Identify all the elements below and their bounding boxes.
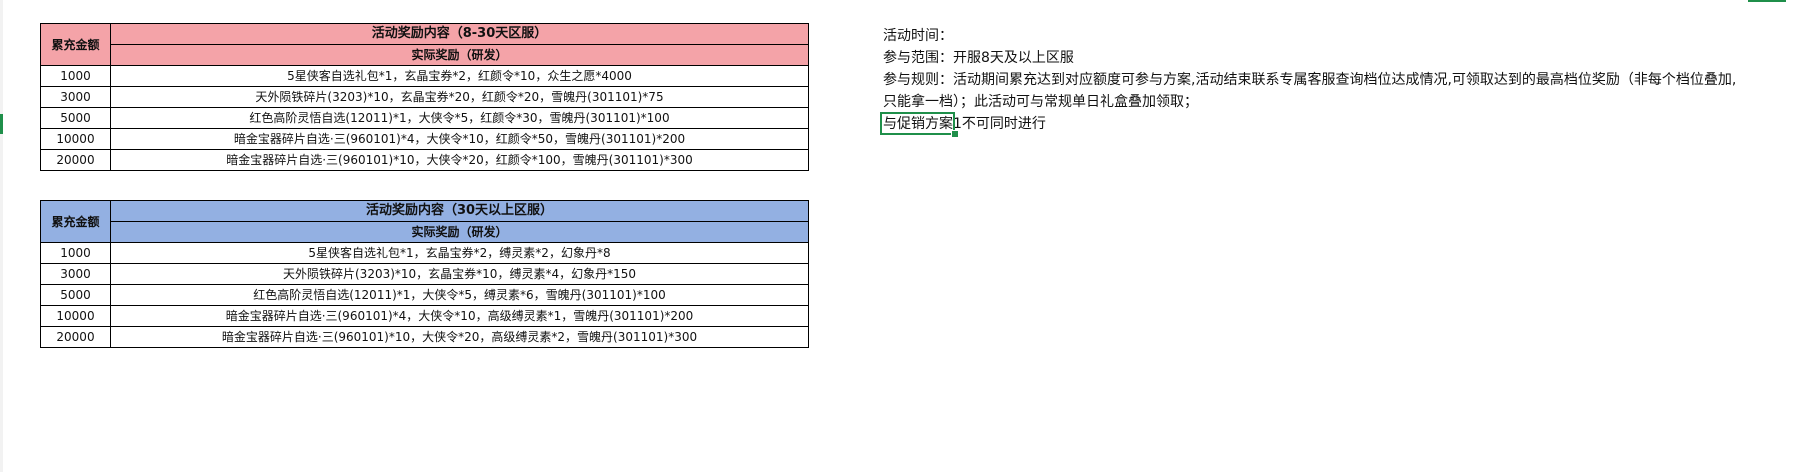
table-row: 20000 暗金宝器碎片自选·三(960101)*10，大侠令*20，红颜令*1… bbox=[40, 149, 809, 171]
table-row: 10000 暗金宝器碎片自选·三(960101)*4，大侠令*10，高级缚灵素*… bbox=[40, 305, 809, 327]
table-row: 3000 天外陨铁碎片(3203)*10，玄晶宝券*10，缚灵素*4，幻象丹*1… bbox=[40, 263, 809, 285]
table-row: 3000 天外陨铁碎片(3203)*10，玄晶宝券*20，红颜令*20，雪魄丹(… bbox=[40, 86, 809, 108]
amount-cell[interactable]: 20000 bbox=[40, 149, 111, 171]
reward-cell[interactable]: 天外陨铁碎片(3203)*10，玄晶宝券*20，红颜令*20，雪魄丹(30110… bbox=[110, 86, 809, 108]
amount-cell[interactable]: 5000 bbox=[40, 107, 111, 129]
amount-cell[interactable]: 3000 bbox=[40, 263, 111, 285]
fill-handle[interactable] bbox=[951, 130, 959, 138]
active-column-marker bbox=[1748, 0, 1786, 2]
amount-cell[interactable]: 20000 bbox=[40, 326, 111, 348]
reward-cell[interactable]: 暗金宝器碎片自选·三(960101)*10，大侠令*20，红颜令*100，雪魄丹… bbox=[110, 149, 809, 171]
reward-cell[interactable]: 暗金宝器碎片自选·三(960101)*10，大侠令*20，高级缚灵素*2，雪魄丹… bbox=[110, 326, 809, 348]
left-gutter bbox=[0, 0, 3, 472]
table-subtitle-cell[interactable]: 实际奖励（研发） bbox=[110, 44, 809, 66]
activity-rules-cell-continued[interactable]: 只能拿一档）；此活动可与常规单日礼盒叠加领取； bbox=[883, 91, 1803, 113]
amount-header-cell[interactable]: 累充金额 bbox=[40, 200, 111, 243]
activity-scope-cell[interactable]: 参与范围：开服8天及以上区服 bbox=[883, 47, 1803, 69]
table-row: 20000 暗金宝器碎片自选·三(960101)*10，大侠令*20，高级缚灵素… bbox=[40, 326, 809, 348]
reward-cell[interactable]: 暗金宝器碎片自选·三(960101)*4，大侠令*10，红颜令*50，雪魄丹(3… bbox=[110, 128, 809, 150]
amount-header-cell[interactable]: 累充金额 bbox=[40, 23, 111, 66]
table-row: 5000 红色高阶灵悟自选(12011)*1，大侠令*5，红颜令*30，雪魄丹(… bbox=[40, 107, 809, 129]
activity-notes: 活动时间： 参与范围：开服8天及以上区服 参与规则：活动期间累充达到对应额度可参… bbox=[880, 25, 1803, 138]
activity-time-cell[interactable]: 活动时间： bbox=[883, 25, 1803, 47]
table-title-cell[interactable]: 活动奖励内容（8-30天区服） bbox=[110, 23, 809, 45]
amount-cell[interactable]: 1000 bbox=[40, 65, 111, 87]
exclusion-cell[interactable]: 与促销方案1不可同时进行 bbox=[883, 113, 1803, 135]
reward-table-30-plus-days: 累充金额 活动奖励内容（30天以上区服） 实际奖励（研发） 1000 5星侠客自… bbox=[40, 200, 809, 348]
reward-cell[interactable]: 5星侠客自选礼包*1，玄晶宝券*2，缚灵素*2，幻象丹*8 bbox=[110, 242, 809, 264]
amount-cell[interactable]: 10000 bbox=[40, 128, 111, 150]
table-row: 1000 5星侠客自选礼包*1，玄晶宝券*2，红颜令*10，众生之愿*4000 bbox=[40, 65, 809, 87]
reward-cell[interactable]: 暗金宝器碎片自选·三(960101)*4，大侠令*10，高级缚灵素*1，雪魄丹(… bbox=[110, 305, 809, 327]
table-row: 5000 红色高阶灵悟自选(12011)*1，大侠令*5，缚灵素*6，雪魄丹(3… bbox=[40, 284, 809, 306]
table-title-cell[interactable]: 活动奖励内容（30天以上区服） bbox=[110, 200, 809, 222]
reward-cell[interactable]: 红色高阶灵悟自选(12011)*1，大侠令*5，红颜令*30，雪魄丹(30110… bbox=[110, 107, 809, 129]
reward-cell[interactable]: 红色高阶灵悟自选(12011)*1，大侠令*5，缚灵素*6，雪魄丹(301101… bbox=[110, 284, 809, 306]
amount-cell[interactable]: 1000 bbox=[40, 242, 111, 264]
table-row: 10000 暗金宝器碎片自选·三(960101)*4，大侠令*10，红颜令*50… bbox=[40, 128, 809, 150]
reward-cell[interactable]: 天外陨铁碎片(3203)*10，玄晶宝券*10，缚灵素*4，幻象丹*150 bbox=[110, 263, 809, 285]
activity-rules-cell[interactable]: 参与规则：活动期间累充达到对应额度可参与方案,活动结束联系专属客服查询档位达成情… bbox=[883, 69, 1803, 91]
active-row-marker bbox=[0, 114, 3, 134]
reward-table-8-30-days: 累充金额 活动奖励内容（8-30天区服） 实际奖励（研发） 1000 5星侠客自… bbox=[40, 23, 809, 171]
reward-cell[interactable]: 5星侠客自选礼包*1，玄晶宝券*2，红颜令*10，众生之愿*4000 bbox=[110, 65, 809, 87]
table-subtitle-cell[interactable]: 实际奖励（研发） bbox=[110, 221, 809, 243]
exclusion-row: 与促销方案1不可同时进行 bbox=[880, 112, 1803, 138]
table-row: 1000 5星侠客自选礼包*1，玄晶宝券*2，缚灵素*2，幻象丹*8 bbox=[40, 242, 809, 264]
amount-cell[interactable]: 10000 bbox=[40, 305, 111, 327]
amount-cell[interactable]: 3000 bbox=[40, 86, 111, 108]
amount-cell[interactable]: 5000 bbox=[40, 284, 111, 306]
